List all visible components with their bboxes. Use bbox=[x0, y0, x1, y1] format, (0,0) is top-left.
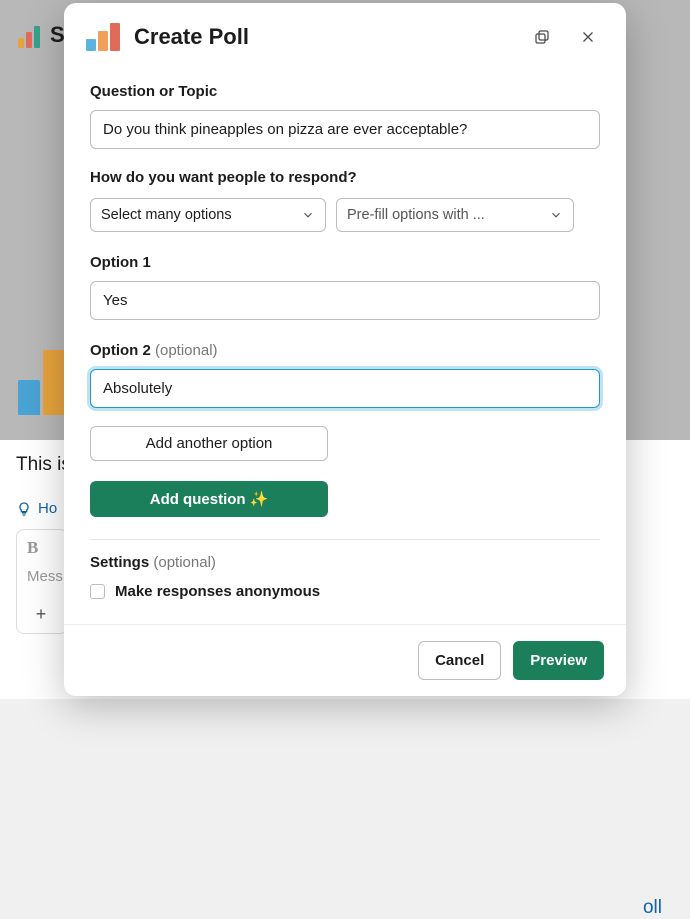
close-icon bbox=[579, 28, 597, 46]
settings-heading: Settings (optional) bbox=[90, 554, 600, 571]
question-input[interactable] bbox=[90, 110, 600, 149]
modal-title: Create Poll bbox=[134, 24, 512, 50]
add-option-button[interactable]: Add another option bbox=[90, 426, 328, 461]
option-2-label-text: Option 2 bbox=[90, 342, 151, 359]
question-label: Question or Topic bbox=[90, 83, 600, 100]
logo-bars-icon bbox=[18, 26, 40, 48]
bold-format-icon[interactable]: B bbox=[27, 538, 57, 558]
poll-link-fragment[interactable]: oll bbox=[643, 897, 662, 919]
modal-body[interactable]: Question or Topic How do you want people… bbox=[64, 67, 626, 624]
option-2-input[interactable] bbox=[90, 369, 600, 408]
popout-icon bbox=[533, 28, 551, 46]
background-chart-icon bbox=[18, 350, 65, 415]
option-2-label: Option 2 (optional) bbox=[90, 342, 600, 359]
anonymous-label: Make responses anonymous bbox=[115, 583, 320, 600]
divider bbox=[90, 539, 600, 540]
chevron-down-icon bbox=[301, 208, 315, 222]
poll-app-logo-icon bbox=[86, 23, 120, 51]
settings-optional-text: (optional) bbox=[153, 554, 216, 571]
anonymous-setting-row: Make responses anonymous bbox=[90, 583, 600, 600]
cancel-button[interactable]: Cancel bbox=[418, 641, 501, 680]
sparkle-icon: ✨ bbox=[250, 491, 269, 508]
option-1-input[interactable] bbox=[90, 281, 600, 320]
app-logo: Si bbox=[18, 22, 71, 48]
lightbulb-icon bbox=[16, 501, 32, 517]
close-button[interactable] bbox=[572, 21, 604, 53]
add-question-button[interactable]: Add question✨ bbox=[90, 481, 328, 517]
select-row: Select many options Pre-fill options wit… bbox=[90, 198, 600, 232]
anonymous-checkbox[interactable] bbox=[90, 584, 105, 599]
option-1-label: Option 1 bbox=[90, 254, 600, 271]
modal-footer: Cancel Preview bbox=[64, 624, 626, 696]
respond-label: How do you want people to respond? bbox=[90, 169, 600, 186]
open-new-window-button[interactable] bbox=[526, 21, 558, 53]
compose-box[interactable]: B Mess + bbox=[16, 529, 68, 634]
option-2-optional-text: (optional) bbox=[155, 342, 218, 359]
create-poll-modal: Create Poll Question or Topic How do you… bbox=[64, 3, 626, 696]
compose-placeholder-fragment: Mess bbox=[27, 568, 57, 585]
prefill-value: Pre-fill options with ... bbox=[347, 207, 485, 223]
add-question-label: Add question bbox=[150, 491, 246, 508]
modal-header: Create Poll bbox=[64, 3, 626, 67]
chevron-down-icon bbox=[549, 208, 563, 222]
settings-label-text: Settings bbox=[90, 554, 149, 571]
prefill-select[interactable]: Pre-fill options with ... bbox=[336, 198, 574, 232]
response-mode-value: Select many options bbox=[101, 207, 232, 223]
preview-button[interactable]: Preview bbox=[513, 641, 604, 680]
response-mode-select[interactable]: Select many options bbox=[90, 198, 326, 232]
hint-text-fragment: Ho bbox=[38, 500, 57, 517]
compose-add-icon[interactable]: + bbox=[27, 603, 55, 625]
